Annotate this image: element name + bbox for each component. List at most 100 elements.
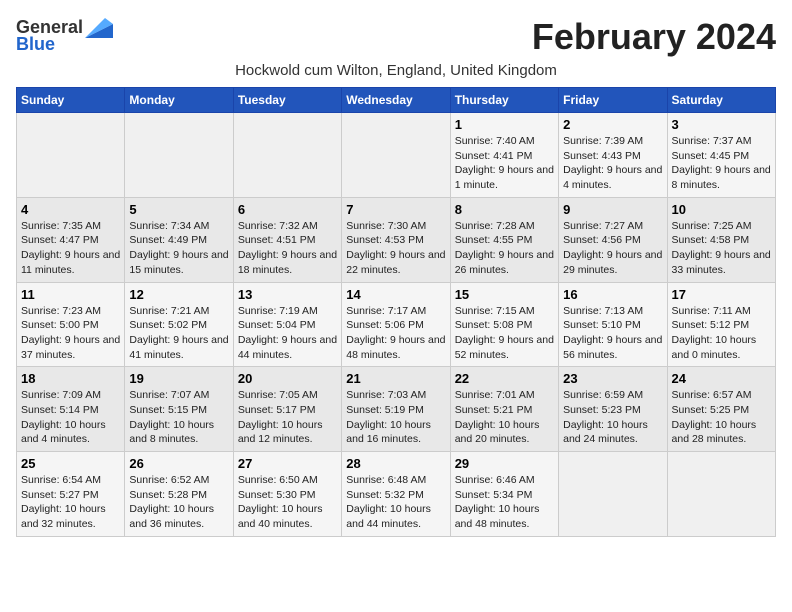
day-info: Sunrise: 6:50 AM Sunset: 5:30 PM Dayligh… <box>238 473 337 532</box>
day-info: Sunrise: 7:17 AM Sunset: 5:06 PM Dayligh… <box>346 304 445 363</box>
day-number: 14 <box>346 287 445 302</box>
page-header: General Blue February 2024 <box>16 16 776 58</box>
header-sunday: Sunday <box>17 88 125 113</box>
day-info: Sunrise: 6:54 AM Sunset: 5:27 PM Dayligh… <box>21 473 120 532</box>
day-info: Sunrise: 7:39 AM Sunset: 4:43 PM Dayligh… <box>563 134 662 193</box>
calendar-cell <box>125 113 233 198</box>
calendar-cell: 27 Sunrise: 6:50 AM Sunset: 5:30 PM Dayli… <box>233 452 341 537</box>
calendar-cell: 6 Sunrise: 7:32 AM Sunset: 4:51 PM Daylig… <box>233 197 341 282</box>
day-number: 29 <box>455 456 554 471</box>
day-number: 27 <box>238 456 337 471</box>
page-subtitle: Hockwold cum Wilton, England, United Kin… <box>16 62 776 79</box>
calendar-cell: 24 Sunrise: 6:57 AM Sunset: 5:25 PM Dayli… <box>667 367 775 452</box>
day-info: Sunrise: 7:19 AM Sunset: 5:04 PM Dayligh… <box>238 304 337 363</box>
header-tuesday: Tuesday <box>233 88 341 113</box>
calendar-cell: 26 Sunrise: 6:52 AM Sunset: 5:28 PM Dayli… <box>125 452 233 537</box>
day-number: 6 <box>238 202 337 217</box>
day-info: Sunrise: 7:37 AM Sunset: 4:45 PM Dayligh… <box>672 134 771 193</box>
day-info: Sunrise: 7:30 AM Sunset: 4:53 PM Dayligh… <box>346 219 445 278</box>
day-number: 9 <box>563 202 662 217</box>
day-number: 17 <box>672 287 771 302</box>
calendar-cell: 5Sunrise: 7:34 AM Sunset: 4:49 PM Daylig… <box>125 197 233 282</box>
calendar-cell: 19 Sunrise: 7:07 AM Sunset: 5:15 PM Dayli… <box>125 367 233 452</box>
day-info: Sunrise: 7:01 AM Sunset: 5:21 PM Dayligh… <box>455 388 554 447</box>
calendar-week-row: 4 Sunrise: 7:35 AM Sunset: 4:47 PM Daylig… <box>17 197 776 282</box>
calendar-cell <box>667 452 775 537</box>
calendar-cell <box>559 452 667 537</box>
day-number: 20 <box>238 371 337 386</box>
day-number: 16 <box>563 287 662 302</box>
calendar-cell: 2 Sunrise: 7:39 AM Sunset: 4:43 PM Daylig… <box>559 113 667 198</box>
day-number: 7 <box>346 202 445 217</box>
logo-icon <box>85 16 113 38</box>
day-number: 23 <box>563 371 662 386</box>
header-saturday: Saturday <box>667 88 775 113</box>
day-number: 28 <box>346 456 445 471</box>
day-info: Sunrise: 6:52 AM Sunset: 5:28 PM Dayligh… <box>129 473 228 532</box>
day-info: Sunrise: 6:46 AM Sunset: 5:34 PM Dayligh… <box>455 473 554 532</box>
calendar-cell: 3 Sunrise: 7:37 AM Sunset: 4:45 PM Daylig… <box>667 113 775 198</box>
logo: General Blue <box>16 16 113 55</box>
day-number: 25 <box>21 456 120 471</box>
day-info: Sunrise: 7:05 AM Sunset: 5:17 PM Dayligh… <box>238 388 337 447</box>
calendar-cell <box>233 113 341 198</box>
header-monday: Monday <box>125 88 233 113</box>
day-number: 3 <box>672 117 771 132</box>
calendar-cell: 8 Sunrise: 7:28 AM Sunset: 4:55 PM Daylig… <box>450 197 558 282</box>
day-info: Sunrise: 7:32 AM Sunset: 4:51 PM Dayligh… <box>238 219 337 278</box>
day-number: 4 <box>21 202 120 217</box>
month-title: February 2024 <box>532 16 776 58</box>
calendar-cell: 11Sunrise: 7:23 AM Sunset: 5:00 PM Dayli… <box>17 282 125 367</box>
calendar-cell: 9Sunrise: 7:27 AM Sunset: 4:56 PM Daylig… <box>559 197 667 282</box>
calendar-cell: 21Sunrise: 7:03 AM Sunset: 5:19 PM Dayli… <box>342 367 450 452</box>
calendar-cell <box>342 113 450 198</box>
calendar-header-row: SundayMondayTuesdayWednesdayThursdayFrid… <box>17 88 776 113</box>
day-number: 22 <box>455 371 554 386</box>
day-info: Sunrise: 6:59 AM Sunset: 5:23 PM Dayligh… <box>563 388 662 447</box>
header-wednesday: Wednesday <box>342 88 450 113</box>
calendar-cell: 13 Sunrise: 7:19 AM Sunset: 5:04 PM Dayli… <box>233 282 341 367</box>
calendar-week-row: 1 Sunrise: 7:40 AM Sunset: 4:41 PM Daylig… <box>17 113 776 198</box>
calendar-cell: 10Sunrise: 7:25 AM Sunset: 4:58 PM Dayli… <box>667 197 775 282</box>
day-number: 1 <box>455 117 554 132</box>
day-number: 5 <box>129 202 228 217</box>
day-info: Sunrise: 7:25 AM Sunset: 4:58 PM Dayligh… <box>672 219 771 278</box>
day-number: 18 <box>21 371 120 386</box>
day-info: Sunrise: 7:28 AM Sunset: 4:55 PM Dayligh… <box>455 219 554 278</box>
calendar-week-row: 11Sunrise: 7:23 AM Sunset: 5:00 PM Dayli… <box>17 282 776 367</box>
day-number: 2 <box>563 117 662 132</box>
day-number: 24 <box>672 371 771 386</box>
day-info: Sunrise: 7:09 AM Sunset: 5:14 PM Dayligh… <box>21 388 120 447</box>
day-number: 8 <box>455 202 554 217</box>
calendar-cell: 12Sunrise: 7:21 AM Sunset: 5:02 PM Dayli… <box>125 282 233 367</box>
calendar-cell: 25 Sunrise: 6:54 AM Sunset: 5:27 PM Dayli… <box>17 452 125 537</box>
calendar-cell: 23 Sunrise: 6:59 AM Sunset: 5:23 PM Dayli… <box>559 367 667 452</box>
logo-text-blue: Blue <box>16 34 55 55</box>
day-info: Sunrise: 7:40 AM Sunset: 4:41 PM Dayligh… <box>455 134 554 193</box>
day-info: Sunrise: 7:07 AM Sunset: 5:15 PM Dayligh… <box>129 388 228 447</box>
calendar-cell: 16 Sunrise: 7:13 AM Sunset: 5:10 PM Dayli… <box>559 282 667 367</box>
calendar-cell: 4 Sunrise: 7:35 AM Sunset: 4:47 PM Daylig… <box>17 197 125 282</box>
calendar-cell: 20 Sunrise: 7:05 AM Sunset: 5:17 PM Dayli… <box>233 367 341 452</box>
day-info: Sunrise: 6:57 AM Sunset: 5:25 PM Dayligh… <box>672 388 771 447</box>
calendar-week-row: 18 Sunrise: 7:09 AM Sunset: 5:14 PM Dayli… <box>17 367 776 452</box>
calendar-week-row: 25 Sunrise: 6:54 AM Sunset: 5:27 PM Dayli… <box>17 452 776 537</box>
day-number: 26 <box>129 456 228 471</box>
day-info: Sunrise: 7:15 AM Sunset: 5:08 PM Dayligh… <box>455 304 554 363</box>
day-info: Sunrise: 7:23 AM Sunset: 5:00 PM Dayligh… <box>21 304 120 363</box>
day-number: 12 <box>129 287 228 302</box>
calendar-cell: 15Sunrise: 7:15 AM Sunset: 5:08 PM Dayli… <box>450 282 558 367</box>
calendar-cell <box>17 113 125 198</box>
calendar-cell: 22 Sunrise: 7:01 AM Sunset: 5:21 PM Dayli… <box>450 367 558 452</box>
calendar-cell: 29 Sunrise: 6:46 AM Sunset: 5:34 PM Dayli… <box>450 452 558 537</box>
calendar-cell: 17 Sunrise: 7:11 AM Sunset: 5:12 PM Dayli… <box>667 282 775 367</box>
day-number: 13 <box>238 287 337 302</box>
calendar-cell: 18 Sunrise: 7:09 AM Sunset: 5:14 PM Dayli… <box>17 367 125 452</box>
day-number: 19 <box>129 371 228 386</box>
day-info: Sunrise: 7:35 AM Sunset: 4:47 PM Dayligh… <box>21 219 120 278</box>
calendar-cell: 1 Sunrise: 7:40 AM Sunset: 4:41 PM Daylig… <box>450 113 558 198</box>
calendar-cell: 7 Sunrise: 7:30 AM Sunset: 4:53 PM Daylig… <box>342 197 450 282</box>
header-thursday: Thursday <box>450 88 558 113</box>
day-info: Sunrise: 7:11 AM Sunset: 5:12 PM Dayligh… <box>672 304 771 363</box>
day-info: Sunrise: 7:13 AM Sunset: 5:10 PM Dayligh… <box>563 304 662 363</box>
